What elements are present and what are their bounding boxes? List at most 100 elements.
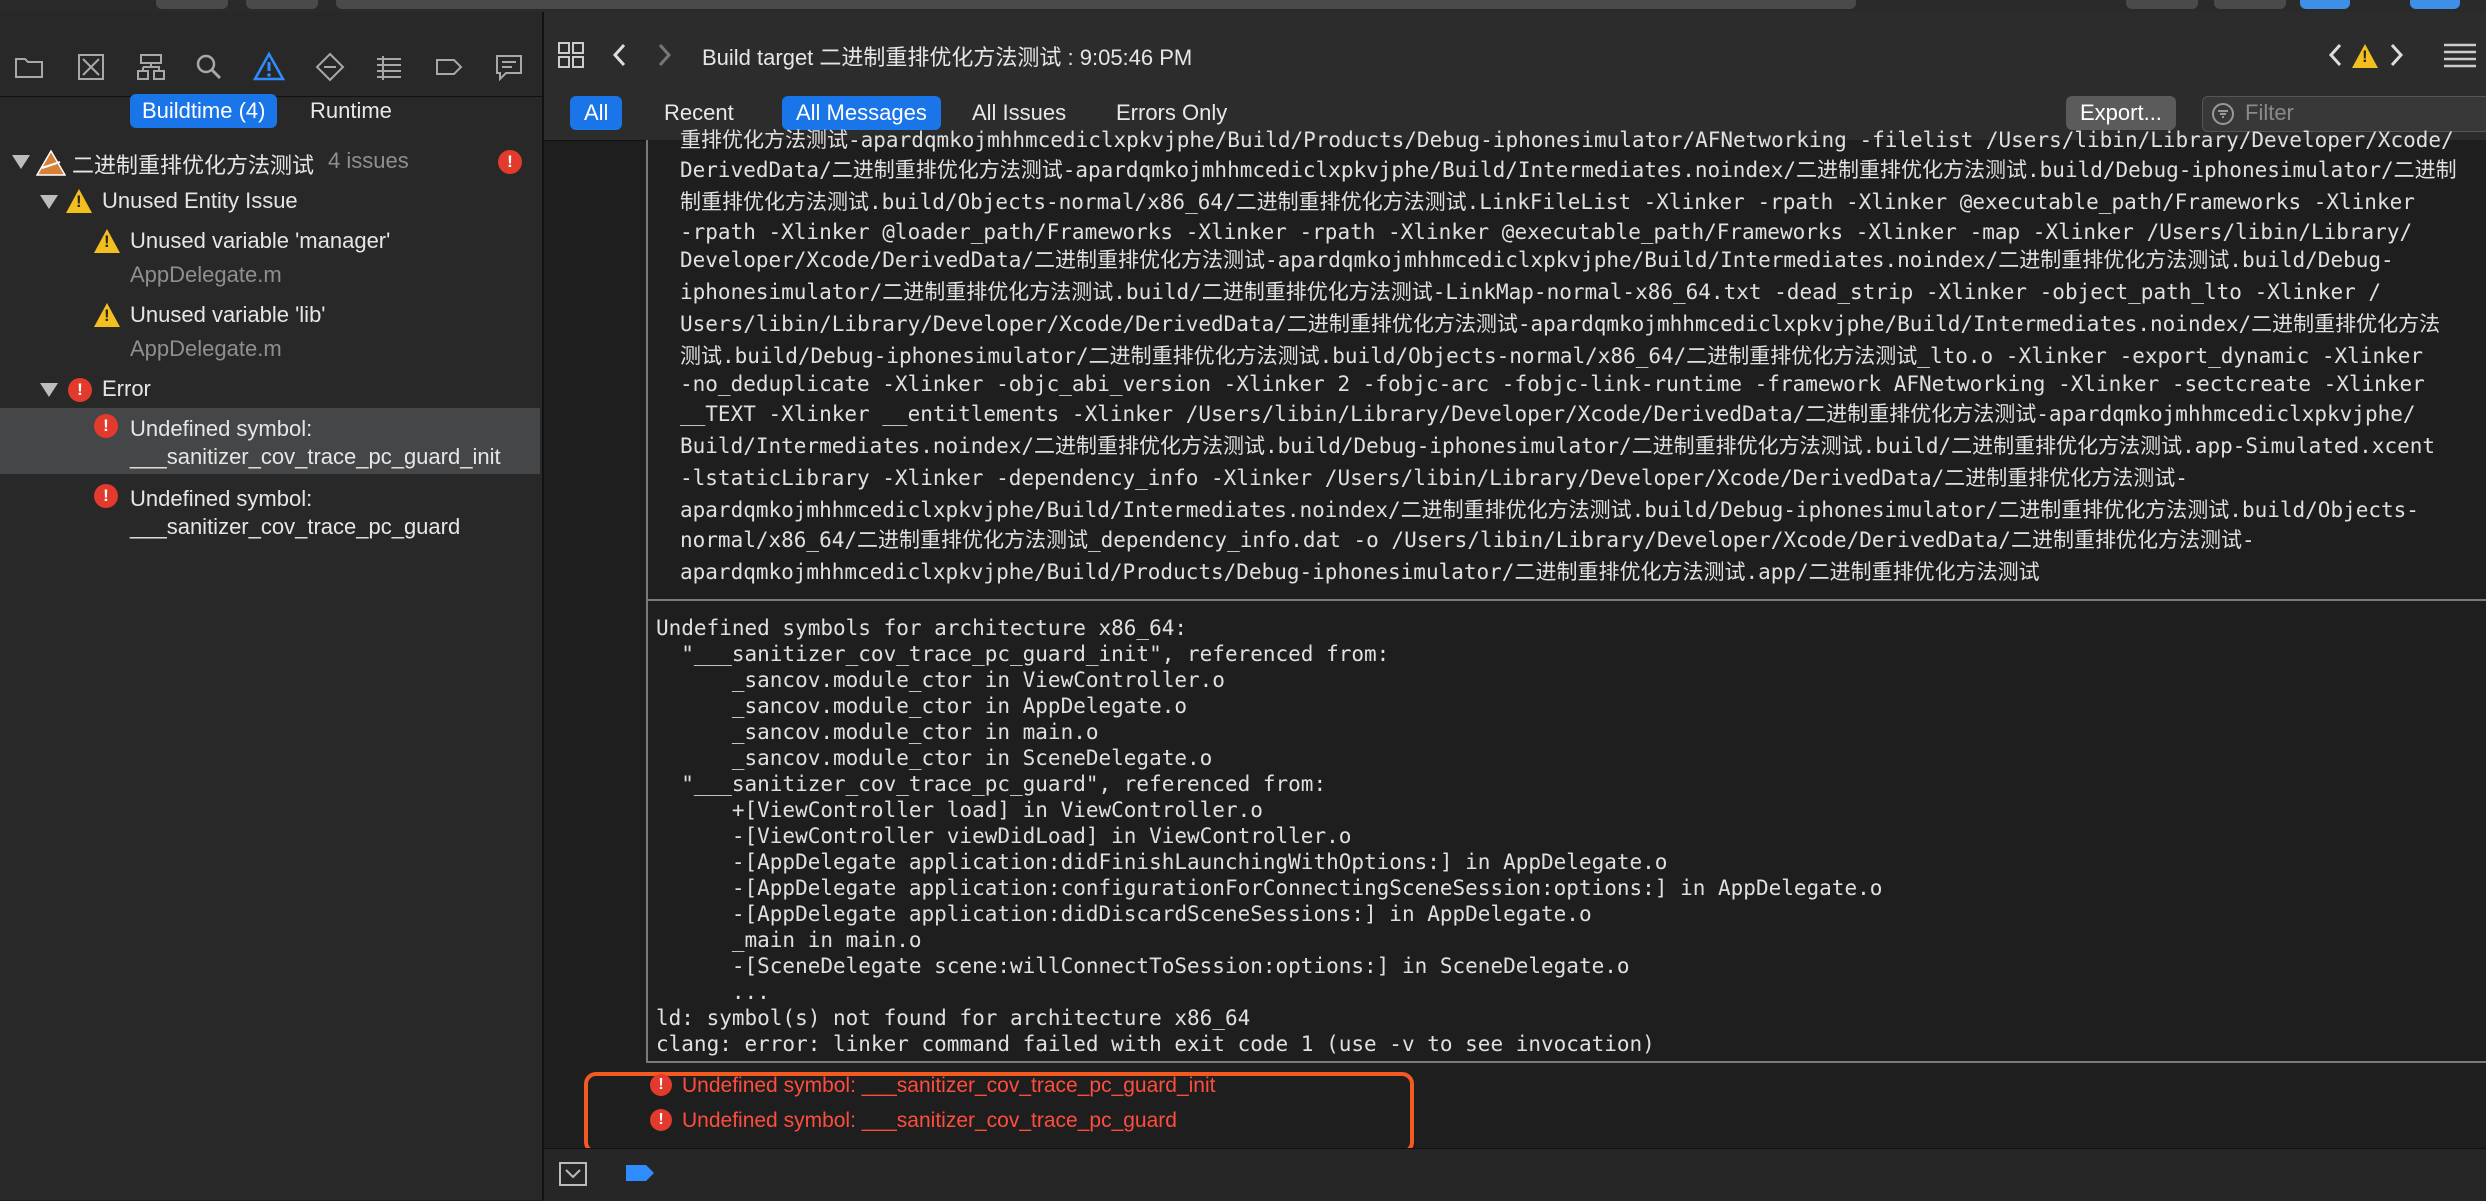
warning-icon[interactable] [2352,44,2378,68]
error-icon: ! [94,414,118,438]
search-icon[interactable] [192,50,226,84]
issue-row-selected[interactable]: ! Undefined symbol: ___sanitizer_cov_tra… [0,408,540,474]
linker-output-line: _sancov.module_ctor in AppDelegate.o [656,694,1188,718]
issue-title: Undefined symbol: [130,416,313,441]
build-log-title: Build target 二进制重排优化方法测试 : 9:05:46 PM [702,45,1193,70]
navigator-toolbar [0,12,542,97]
issue-title: Unused variable 'lib' [130,302,326,327]
toolbar-button[interactable] [2214,0,2286,9]
command-line: Build/Intermediates.noindex/二进制重排优化方法测试.… [680,434,2436,458]
filter-all-button[interactable]: All [570,96,623,130]
linker-output-line: Undefined symbols for architecture x86_6… [656,616,1188,640]
error-icon: ! [650,1109,672,1131]
issue-row[interactable]: Unused variable 'lib' AppDelegate.m [0,300,540,366]
error-icon: ! [68,378,92,402]
toolbar-button[interactable] [246,0,318,9]
linker-output-line: "___sanitizer_cov_trace_pc_guard", refer… [656,772,1327,796]
disclosure-triangle-icon[interactable] [40,383,58,397]
command-line: __TEXT -Xlinker __entitlements -Xlinker … [680,402,2416,426]
command-line: -lstaticLibrary -Xlinker -dependency_inf… [680,466,2188,490]
linker-output-line: "___sanitizer_cov_trace_pc_guard_init", … [656,642,1390,666]
log-divider [646,599,2486,601]
linker-output-line: _sancov.module_ctor in ViewController.o [656,668,1225,692]
folder-icon[interactable] [12,50,46,84]
editor-jump-bar: Build target 二进制重排优化方法测试 : 9:05:46 PM [544,12,2486,97]
linker-output-line: -[AppDelegate application:configurationF… [656,876,1883,900]
linker-output-line: -[AppDelegate application:didDiscardScen… [656,902,1592,926]
error-icon: ! [94,484,118,508]
editor-options-icon[interactable] [2442,40,2478,70]
linker-output-line: -[ViewController viewDidLoad] in ViewCon… [656,824,1352,848]
issue-file: AppDelegate.m [130,336,282,361]
command-line: apardqmkojmhhmcediclxpkvjphe/Build/Produ… [680,560,2040,584]
chevron-left-icon[interactable] [608,40,632,70]
issue-file: AppDelegate.m [130,262,282,287]
hierarchy-icon[interactable] [134,50,168,84]
breakpoint-icon[interactable] [432,50,466,84]
error-icon: ! [498,150,522,174]
error-icon: ! [650,1074,672,1096]
source-control-icon[interactable] [74,50,108,84]
issue-row[interactable]: Unused variable 'manager' AppDelegate.m [0,226,540,292]
issue-row[interactable]: ! Undefined symbol: ___sanitizer_cov_tra… [0,478,540,544]
filter-icon [2211,102,2235,126]
debug-bar [544,1148,2486,1201]
activity-view [336,0,1856,9]
log-divider [646,1061,2486,1063]
chevron-right-icon[interactable] [2384,40,2408,70]
error-message: Undefined symbol: ___sanitizer_cov_trace… [682,1109,1177,1132]
log-gutter-line [646,600,648,1062]
project-name: 二进制重排优化方法测试 [72,153,315,178]
command-line: 重排优化方法测试-apardqmkojmhhmcediclxpkvjphe/Bu… [680,128,2454,152]
report-icon[interactable] [492,50,526,84]
tab-buildtime[interactable]: Buildtime (4) [130,94,278,128]
panel-toggle-button[interactable] [2410,0,2460,9]
chevron-right-icon[interactable] [652,40,676,70]
log-gutter-line [646,140,648,600]
linker-output-line: ld: symbol(s) not found for architecture… [656,1006,1251,1030]
error-message: Undefined symbol: ___sanitizer_cov_trace… [682,1074,1216,1097]
linker-output-line: _sancov.module_ctor in SceneDelegate.o [656,746,1213,770]
linker-output-line: ... [656,980,770,1004]
command-line: iphonesimulator/二进制重排优化方法测试.build/二进制重排优… [680,280,2382,304]
grid-icon[interactable] [556,40,586,70]
issue-group-title: Unused Entity Issue [102,188,298,213]
issue-group-title: Error [102,376,151,401]
linker-output-line: +[ViewController load] in ViewController… [656,798,1263,822]
warning-icon [66,189,92,213]
test-diamond-icon[interactable] [313,50,347,84]
toolbar-button[interactable] [156,0,228,9]
linker-output-line: _sancov.module_ctor in main.o [656,720,1099,744]
command-line: normal/x86_64/二进制重排优化方法测试_dependency_inf… [680,528,2255,552]
panel-toggle-button[interactable] [2300,0,2350,9]
disclosure-triangle-icon[interactable] [12,155,30,169]
debug-list-icon[interactable] [372,50,406,84]
command-line: Developer/Xcode/DerivedData/二进制重排优化方法测试-… [680,248,2394,272]
issue-warning-icon[interactable] [252,50,286,84]
project-row[interactable]: 二进制重排优化方法测试 4 issues ! [0,148,540,178]
warning-icon [94,229,120,253]
command-line: apardqmkojmhhmcediclxpkvjphe/Build/Inter… [680,498,2419,522]
issue-title: Undefined symbol: [130,486,313,511]
issue-group-row[interactable]: Unused Entity Issue [0,188,540,216]
command-line: DerivedData/二进制重排优化方法测试-apardqmkojmhhmce… [680,158,2457,182]
command-line: Users/libin/Library/Developer/Xcode/Deri… [680,312,2441,336]
issue-title: Unused variable 'manager' [130,228,391,253]
issue-count: 4 issues [328,148,409,173]
chevron-left-icon[interactable] [2324,40,2348,70]
linker-output-line: clang: error: linker command failed with… [656,1032,1655,1056]
hide-debug-area-icon[interactable] [558,1161,588,1187]
issue-group-row[interactable]: ! Error [0,376,540,404]
linker-output-line: -[SceneDelegate scene:willConnectToSessi… [656,954,1630,978]
window-top-strip [0,0,2486,12]
toolbar-button[interactable] [2126,0,2198,9]
tab-runtime[interactable]: Runtime [298,94,404,128]
breakpoints-toggle-icon[interactable] [624,1163,656,1183]
disclosure-triangle-icon[interactable] [40,195,58,209]
issue-detail: ___sanitizer_cov_trace_pc_guard [130,514,461,539]
command-line: -no_deduplicate -Xlinker -objc_abi_versi… [680,372,2425,396]
warning-icon [94,303,120,327]
linker-output-line: _main in main.o [656,928,922,952]
linker-output-line: -[AppDelegate application:didFinishLaunc… [656,850,1668,874]
issue-detail: ___sanitizer_cov_trace_pc_guard_init [130,444,501,469]
